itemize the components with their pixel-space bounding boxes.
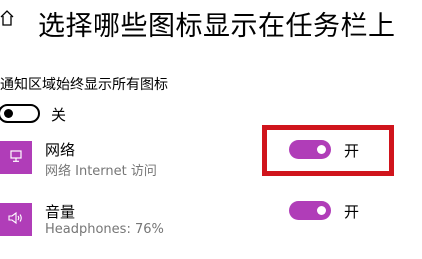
page-title: 选择哪些图标显示在任务栏上: [38, 11, 396, 42]
volume-tile: [0, 203, 32, 236]
volume-name: 音量: [45, 203, 76, 221]
always-show-toggle[interactable]: [0, 104, 40, 123]
monitor-icon: [9, 148, 23, 167]
network-tile: [0, 141, 32, 174]
volume-state: 开: [344, 203, 360, 221]
highlight-box: [262, 125, 394, 176]
always-show-label: 通知区域始终显示所有图标: [0, 77, 168, 93]
speaker-icon: [8, 210, 24, 229]
network-name: 网络: [45, 141, 76, 159]
volume-subtitle: Headphones: 76%: [45, 222, 164, 237]
network-subtitle: 网络 Internet 访问: [45, 164, 157, 179]
home-icon[interactable]: [0, 10, 14, 26]
toggle-knob: [317, 206, 326, 215]
always-show-state: 关: [51, 106, 67, 124]
volume-toggle[interactable]: [289, 201, 331, 220]
toggle-knob: [4, 109, 13, 118]
